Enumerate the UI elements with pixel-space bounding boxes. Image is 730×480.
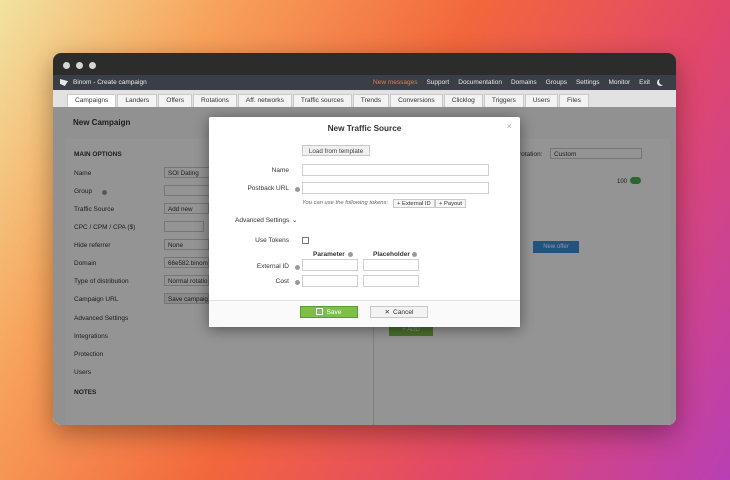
browser-window: Binom - Create campaign New messages Sup… — [53, 53, 676, 425]
external-id-placeholder-input[interactable] — [363, 259, 419, 271]
window-dot-close[interactable] — [63, 62, 70, 69]
window-dot-maximize[interactable] — [89, 62, 96, 69]
tab-rotations[interactable]: Rotations — [193, 94, 237, 107]
parameter-header: Parameter — [313, 251, 345, 258]
tab-trends[interactable]: Trends — [352, 94, 390, 107]
cancel-button[interactable]: ✕ Cancel — [370, 306, 428, 318]
top-nav: New messages Support Documentation Domai… — [373, 79, 666, 86]
nav-domains[interactable]: Domains — [511, 79, 537, 86]
nav-groups[interactable]: Groups — [546, 79, 567, 86]
app-title: Binom - Create campaign — [73, 79, 147, 86]
nav-exit[interactable]: Exit — [639, 79, 650, 86]
new-traffic-source-modal: New Traffic Source × Load from template … — [209, 117, 520, 327]
tab-files[interactable]: Files — [558, 94, 589, 107]
advanced-settings-toggle[interactable]: Advanced Settings — [235, 217, 289, 224]
nav-support[interactable]: Support — [426, 79, 449, 86]
tab-campaigns[interactable]: Campaigns — [67, 94, 117, 107]
nav-settings[interactable]: Settings — [576, 79, 600, 86]
nav-documentation[interactable]: Documentation — [458, 79, 502, 86]
cost-label: Cost — [275, 278, 289, 285]
use-tokens-checkbox[interactable] — [302, 237, 309, 244]
binom-logo-icon — [60, 79, 68, 86]
cancel-label: Cancel — [393, 309, 414, 316]
window-chrome — [53, 53, 676, 75]
main-tabs: Campaigns Landers Offers Rotations Aff. … — [53, 90, 676, 108]
help-icon[interactable] — [295, 187, 300, 192]
placeholder-header: Placeholder — [373, 251, 410, 258]
save-label: Save — [326, 309, 342, 316]
postback-url-label: Postback URL — [247, 185, 289, 192]
load-template-button[interactable]: Load from template — [302, 145, 370, 156]
name-label: Name — [271, 167, 289, 174]
tab-users[interactable]: Users — [524, 94, 558, 107]
external-id-parameter-input[interactable] — [302, 259, 358, 271]
payout-token-button[interactable]: + Payout — [435, 199, 467, 208]
tab-clicklog[interactable]: Clicklog — [443, 94, 483, 107]
cost-parameter-input[interactable] — [302, 275, 358, 287]
close-icon[interactable]: × — [507, 121, 512, 131]
tab-conversions[interactable]: Conversions — [390, 94, 443, 107]
help-icon[interactable] — [348, 252, 353, 257]
tokens-hint: You can use the following tokens: — [302, 200, 389, 206]
cost-placeholder-input[interactable] — [363, 275, 419, 287]
modal-footer: Save ✕ Cancel — [209, 300, 520, 327]
moon-icon[interactable] — [659, 78, 666, 85]
save-button[interactable]: Save — [300, 306, 358, 318]
modal-title: New Traffic Source — [327, 124, 402, 133]
tab-traffic-sources[interactable]: Traffic sources — [292, 94, 352, 107]
window-dot-minimize[interactable] — [76, 62, 83, 69]
external-id-label: External ID — [256, 263, 289, 270]
nav-new-messages[interactable]: New messages — [373, 79, 417, 86]
help-icon[interactable] — [295, 265, 300, 270]
help-icon[interactable] — [295, 280, 300, 285]
close-icon: ✕ — [384, 309, 390, 316]
tab-landers[interactable]: Landers — [117, 94, 158, 107]
tab-offers[interactable]: Offers — [158, 94, 193, 107]
help-icon[interactable] — [412, 252, 417, 257]
source-name-input[interactable] — [302, 164, 489, 176]
use-tokens-label: Use Tokens — [255, 237, 289, 244]
external-id-token-button[interactable]: + External ID — [393, 199, 435, 208]
floppy-icon — [316, 308, 324, 315]
top-bar: Binom - Create campaign New messages Sup… — [53, 75, 676, 90]
tab-aff-networks[interactable]: Aff. networks — [237, 94, 292, 107]
nav-monitor[interactable]: Monitor — [608, 79, 630, 86]
tab-triggers[interactable]: Triggers — [483, 94, 524, 107]
chevron-down-icon[interactable]: ⌄ — [292, 216, 297, 224]
postback-url-input[interactable] — [302, 182, 489, 194]
